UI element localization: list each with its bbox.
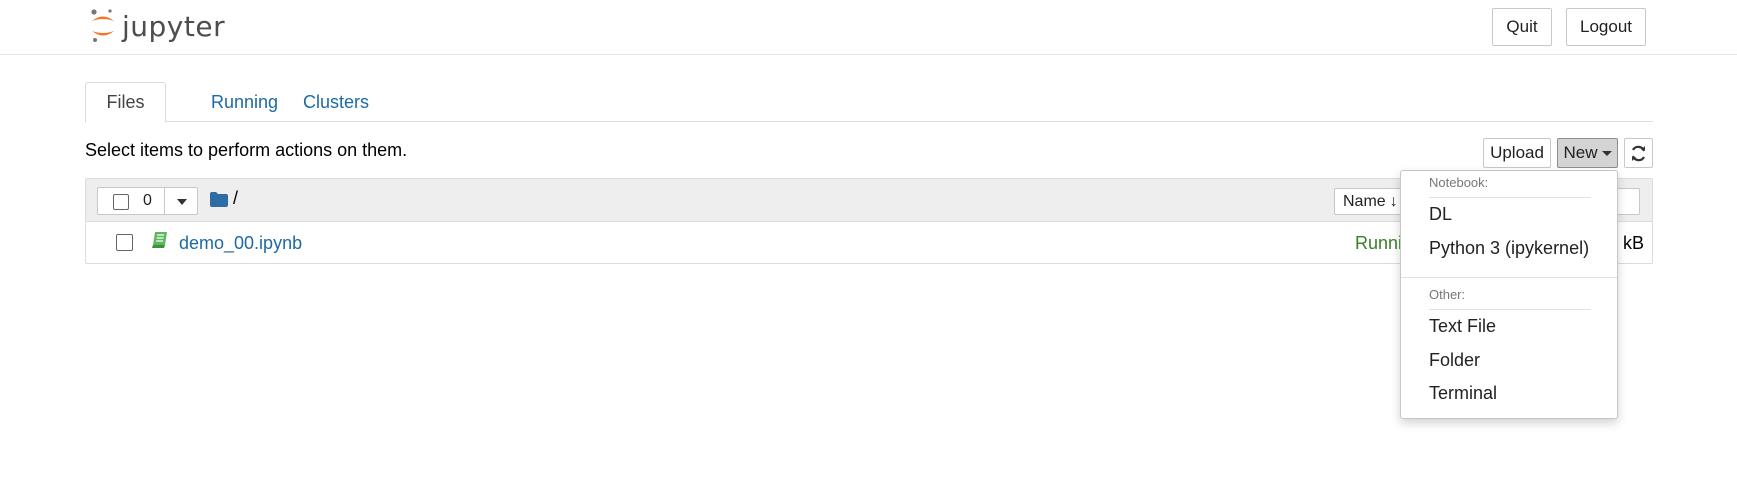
divider <box>1401 277 1617 278</box>
selection-hint: Select items to perform actions on them. <box>85 140 408 160</box>
jupyter-logo[interactable]: jupyter <box>90 6 225 46</box>
refresh-button[interactable] <box>1624 138 1653 168</box>
sort-down-arrow-icon: ↓ <box>1389 192 1398 210</box>
jupyter-logo-icon <box>91 9 114 42</box>
new-dropdown-menu: Notebook: DL Python 3 (ipykernel) Other:… <box>1400 170 1618 419</box>
running-status: Runni <box>1355 233 1403 253</box>
menu-item-dl[interactable]: DL <box>1429 204 1452 225</box>
upload-button[interactable]: Upload <box>1483 138 1551 168</box>
new-button[interactable]: New <box>1557 138 1618 168</box>
tab-files[interactable]: Files <box>85 82 166 123</box>
selected-count: 0 <box>143 192 152 209</box>
logo-text: jupyter <box>122 9 226 43</box>
divider <box>1429 309 1591 310</box>
select-all-checkbox[interactable] <box>113 194 129 210</box>
tab-clusters[interactable]: Clusters <box>283 82 389 123</box>
current-path[interactable]: / <box>233 188 238 209</box>
row-checkbox[interactable] <box>116 234 133 251</box>
file-name-link[interactable]: demo_00.ipynb <box>179 233 302 254</box>
folder-icon[interactable] <box>210 192 228 207</box>
menu-header-notebook: Notebook: <box>1429 175 1489 190</box>
refresh-icon <box>1631 145 1646 161</box>
menu-item-python3[interactable]: Python 3 (ipykernel) <box>1429 238 1589 259</box>
tab-bar: Files Running Clusters <box>85 82 1653 123</box>
menu-header-other: Other: <box>1429 287 1466 302</box>
notebook-icon <box>152 232 167 248</box>
divider <box>1429 197 1591 198</box>
menu-item-folder[interactable]: Folder <box>1429 350 1480 371</box>
file-size: kB <box>1623 233 1645 253</box>
logout-button[interactable]: Logout <box>1566 8 1646 46</box>
new-button-label: New <box>1563 143 1598 162</box>
divider <box>164 188 165 214</box>
header-bar: jupyter Quit Logout <box>0 0 1737 55</box>
menu-item-text-file[interactable]: Text File <box>1429 316 1496 337</box>
sort-name-label: Name <box>1343 192 1386 210</box>
caret-down-icon <box>1601 150 1612 156</box>
select-all-control[interactable]: 0 <box>97 187 198 215</box>
tab-running[interactable]: Running <box>191 82 298 123</box>
selection-menu-caret-icon[interactable] <box>177 199 187 205</box>
menu-item-terminal[interactable]: Terminal <box>1429 383 1497 404</box>
quit-button[interactable]: Quit <box>1492 8 1552 46</box>
